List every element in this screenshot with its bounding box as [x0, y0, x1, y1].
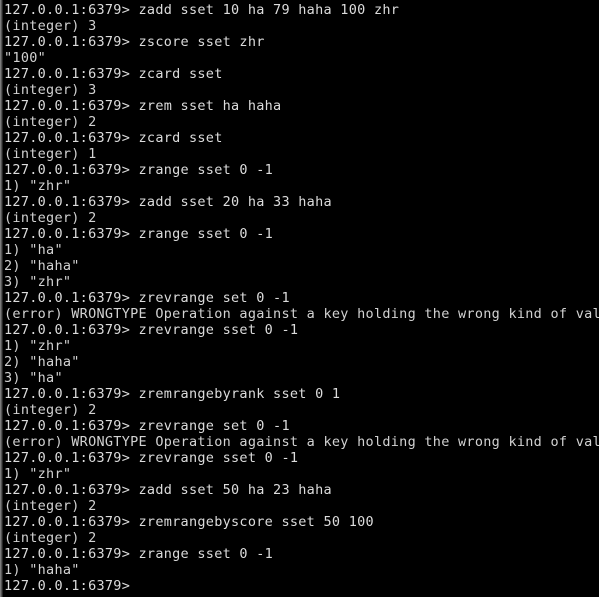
terminal-command-line: 127.0.0.1:6379> zrange sset 0 -1 [4, 226, 274, 242]
terminal-output-line: 3) "ha" [4, 370, 63, 386]
terminal-output-area[interactable]: 127.0.0.1:6379> zadd sset 10 ha 79 haha … [3, 0, 599, 597]
terminal-command-line: 127.0.0.1:6379> zrevrange sset 0 -1 [4, 322, 299, 338]
terminal-output-line: 1) "zhr" [4, 178, 72, 194]
terminal-command-line: 127.0.0.1:6379> [4, 578, 131, 594]
terminal-output-line: (integer) 1 [4, 146, 97, 162]
terminal-output-line: 2) "haha" [4, 354, 80, 370]
terminal-command-line: 127.0.0.1:6379> zrange sset 0 -1 [4, 546, 274, 562]
terminal-command-line: 127.0.0.1:6379> zremrangebyscore sset 50… [4, 514, 374, 530]
terminal-output-line: (integer) 2 [4, 498, 97, 514]
terminal-command-line: 127.0.0.1:6379> zrange sset 0 -1 [4, 162, 274, 178]
terminal-command-line: 127.0.0.1:6379> zrevrange set 0 -1 [4, 418, 290, 434]
terminal-command-line: 127.0.0.1:6379> zadd sset 10 ha 79 haha … [4, 2, 400, 18]
terminal-output-line: (integer) 3 [4, 18, 97, 34]
terminal-command-line: 127.0.0.1:6379> zrevrange sset 0 -1 [4, 450, 299, 466]
terminal-output-line: 1) "zhr" [4, 466, 72, 482]
terminal-command-line: 127.0.0.1:6379> zadd sset 50 ha 23 haha [4, 482, 332, 498]
terminal-error-line: (error) WRONGTYPE Operation against a ke… [4, 306, 599, 322]
terminal-output-line: 1) "ha" [4, 242, 63, 258]
terminal-output-line: (integer) 3 [4, 82, 97, 98]
terminal-command-line: 127.0.0.1:6379> zcard sset [4, 66, 223, 82]
terminal-output-line: "100" [4, 50, 47, 66]
terminal-output-line: 2) "haha" [4, 258, 80, 274]
terminal-error-line: (error) WRONGTYPE Operation against a ke… [4, 434, 599, 450]
terminal-command-line: 127.0.0.1:6379> zadd sset 20 ha 33 haha [4, 194, 332, 210]
terminal-output-line: 3) "zhr" [4, 274, 72, 290]
terminal-command-line: 127.0.0.1:6379> zremrangebyrank sset 0 1 [4, 386, 341, 402]
window-left-edge [0, 0, 3, 597]
terminal-window[interactable]: 127.0.0.1:6379> zadd sset 10 ha 79 haha … [0, 0, 599, 597]
terminal-output-line: (integer) 2 [4, 402, 97, 418]
terminal-command-line: 127.0.0.1:6379> zrevrange set 0 -1 [4, 290, 290, 306]
terminal-output-line: (integer) 2 [4, 210, 97, 226]
terminal-output-line: (integer) 2 [4, 530, 97, 546]
terminal-command-line: 127.0.0.1:6379> zscore sset zhr [4, 34, 265, 50]
terminal-output-line: (integer) 2 [4, 114, 97, 130]
terminal-command-line: 127.0.0.1:6379> zrem sset ha haha [4, 98, 282, 114]
terminal-output-line: 1) "zhr" [4, 338, 72, 354]
terminal-output-line: 1) "haha" [4, 562, 80, 578]
terminal-command-line: 127.0.0.1:6379> zcard sset [4, 130, 223, 146]
